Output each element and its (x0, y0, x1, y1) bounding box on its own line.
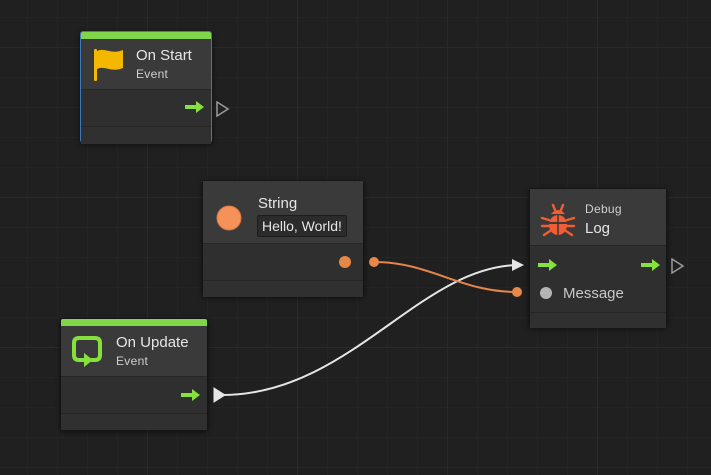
node-ports (203, 244, 363, 281)
bug-icon (540, 203, 576, 237)
node-title: On Start (136, 47, 192, 64)
on-start-flow-out-port[interactable] (216, 101, 230, 117)
node-footer (61, 414, 207, 430)
node-header: On Start Event (81, 39, 211, 90)
node-ports (61, 377, 207, 414)
node-ports (81, 90, 211, 127)
on-start-node[interactable]: On Start Event (80, 31, 212, 144)
node-category: Debug (585, 202, 622, 216)
node-footer (530, 313, 666, 328)
string-value-field[interactable]: Hello, World! (257, 215, 347, 237)
node-header: String Hello, World! (203, 181, 363, 244)
node-footer (203, 281, 363, 297)
node-ports: Message (530, 246, 666, 313)
flow-wire-arrowhead (512, 259, 524, 271)
event-color-bar (61, 319, 207, 326)
debug-log-flow-out-port[interactable] (671, 258, 685, 274)
flow-output-arrow-icon[interactable] (181, 389, 201, 401)
node-title: On Update (116, 334, 189, 351)
flow-output-arrow-icon[interactable] (185, 101, 205, 113)
string-output-port-outer[interactable] (369, 257, 379, 267)
message-input-port-connected[interactable] (512, 287, 522, 297)
node-title: String (258, 195, 298, 212)
message-input-label: Message (563, 285, 624, 302)
on-update-node[interactable]: On Update Event (60, 318, 208, 430)
node-subtitle: Event (136, 67, 169, 81)
event-color-bar (81, 32, 211, 39)
circle-icon (216, 205, 242, 231)
string-node[interactable]: String Hello, World! (202, 180, 364, 297)
debug-log-node[interactable]: Debug Log Message (529, 188, 667, 328)
string-output-port[interactable] (339, 256, 351, 268)
node-footer (81, 127, 211, 144)
on-update-flow-out-port[interactable] (213, 387, 227, 403)
flag-icon (94, 49, 123, 81)
flow-output-arrow-icon[interactable] (641, 259, 661, 271)
node-header: On Update Event (61, 326, 207, 377)
node-subtitle: Event (116, 354, 149, 368)
message-input-dot[interactable] (540, 287, 552, 299)
node-header: Debug Log (530, 189, 666, 246)
node-title: Log (585, 220, 611, 237)
flow-input-arrow-icon[interactable] (538, 259, 558, 271)
loop-icon (72, 336, 102, 367)
